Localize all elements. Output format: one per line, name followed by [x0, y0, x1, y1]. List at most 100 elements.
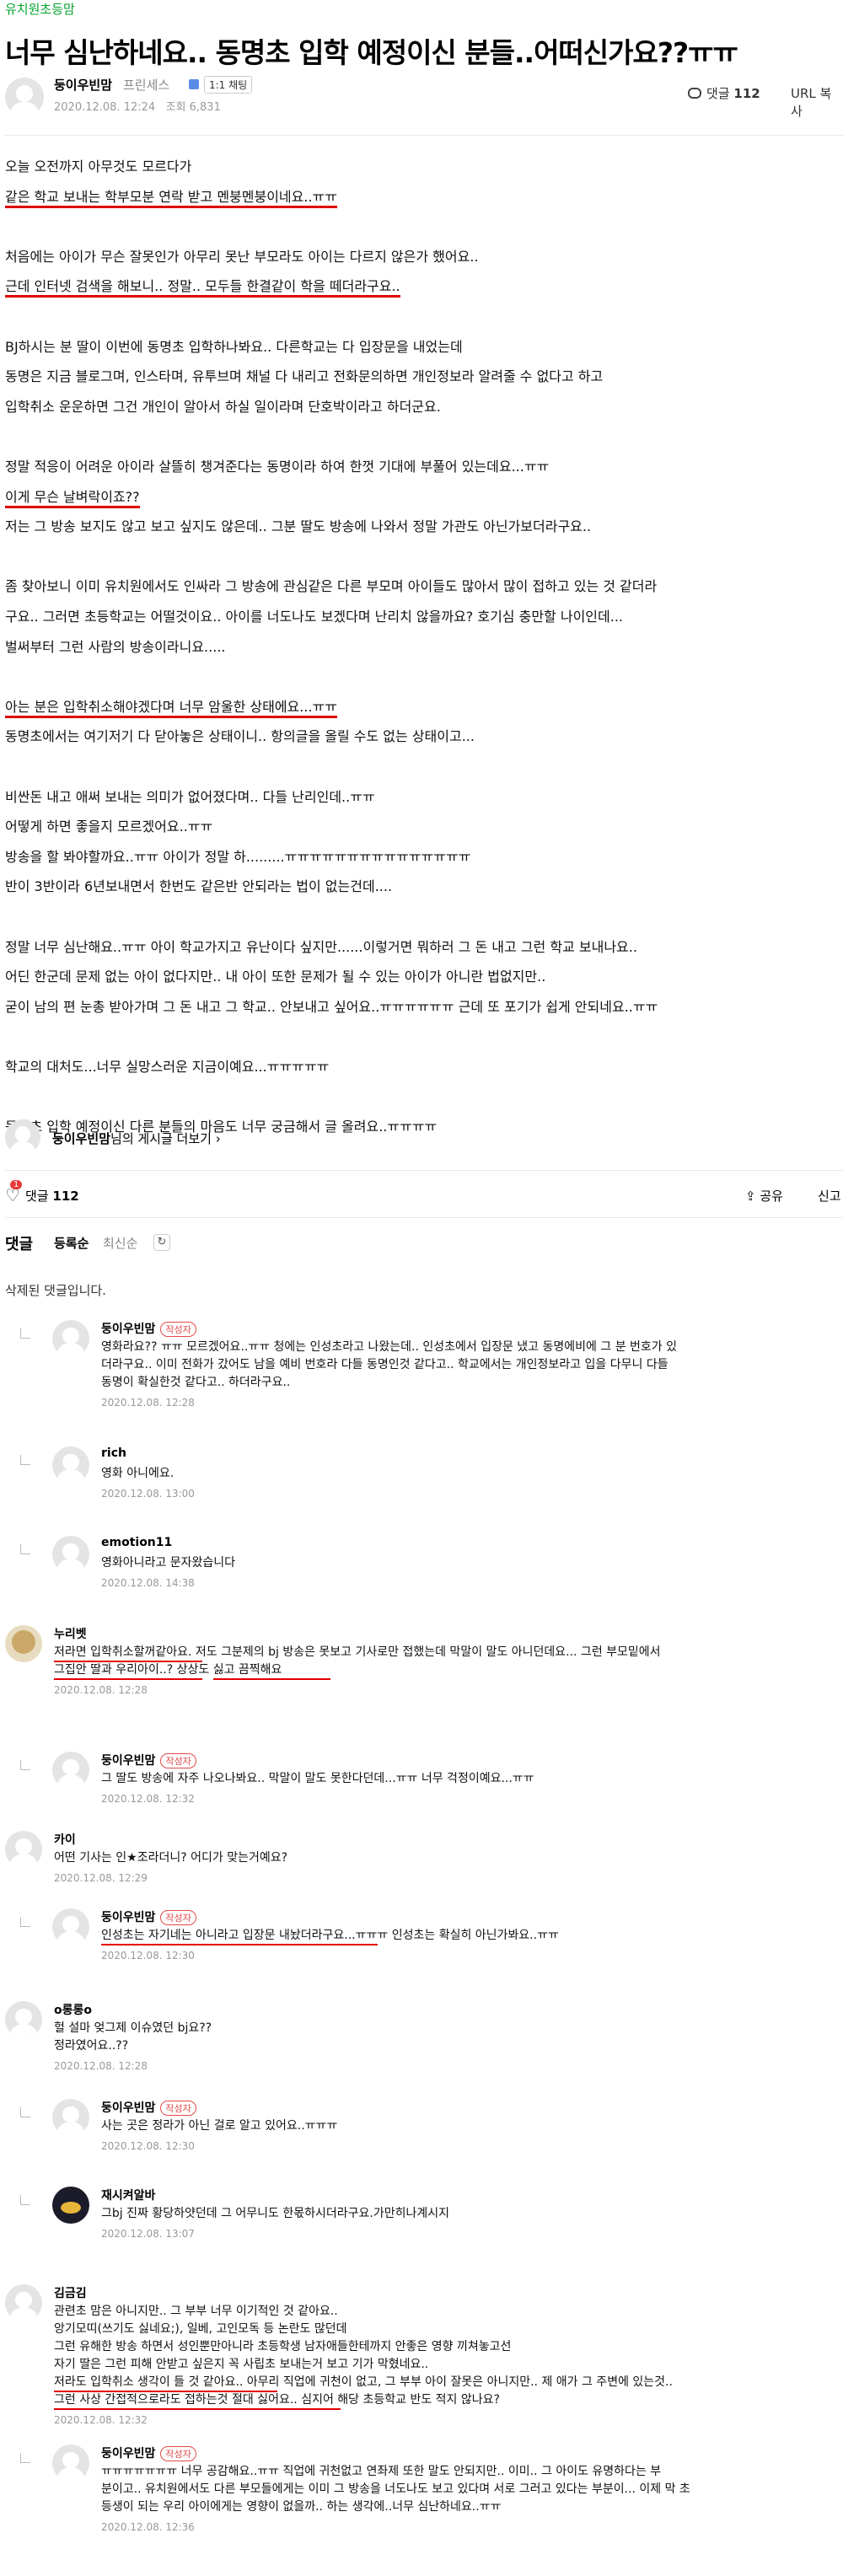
comment-date: 2020.12.08. 13:07	[101, 2228, 195, 2240]
comment-avatar[interactable]	[52, 1446, 89, 1484]
comment-author[interactable]: 김금김	[54, 2284, 87, 2301]
underlined-text: 근데 인터넷 검색을 해보니..	[5, 278, 168, 298]
avatar-image	[12, 1630, 35, 1654]
comment-text: 영화라요?? ㅠㅠ 모르겠어요..ㅠㅠ 청에는 인성초라고 나왔는데.. 인성초…	[101, 1340, 677, 1389]
comment-count-link[interactable]: 댓글 112	[688, 84, 760, 102]
chat-button[interactable]: 1:1 채팅	[204, 76, 253, 94]
body-line: 학교의 대처도...너무 실망스러운 지금이예요...ㅠㅠㅠㅠㅠ	[5, 1059, 330, 1075]
body-line: 정말 적응이 어려운 아이라 살뜰히 챙겨준다는 동명이라 하여 한껏 기대에 …	[5, 459, 550, 475]
action-bar: ♡ 1 댓글 112 ⇪ 공유 신고	[5, 1180, 843, 1214]
comment-avatar[interactable]	[52, 2445, 89, 2482]
profile-link-text: 둥이우빈맘님의 게시글 더보기 ›	[52, 1131, 221, 1146]
body-line: 동명은 지금 블로그며, 인스타며, 유투브며 채널 다 내리고 전화문의하면 …	[5, 368, 604, 385]
author-row: 둥이우빈맘 프린세스 1:1 채팅 2020.12.08. 12:24 조회 6…	[5, 74, 843, 120]
body-line: 비싼돈 내고 애써 보내는 의미가 없어졌다며.. 다들 난리인데..ㅠㅠ	[5, 788, 375, 805]
comment-date: 2020.12.08. 12:28	[54, 1684, 148, 1696]
post-views: 조회 6,831	[165, 101, 221, 114]
refresh-icon[interactable]: ↻	[153, 1234, 170, 1251]
comment-text: 인성초는 자기네는 아니라고 입장문 내놨더라구요...ㅠㅠㅠ 인성초는 확실히…	[101, 1929, 559, 1942]
post-title: 너무 심난하네요.. 동명초 입학 예정이신 분들..어떠신가요??ㅠㅠ	[5, 36, 738, 69]
comment-bubble-icon	[688, 88, 701, 99]
like-count: 1	[10, 1180, 23, 1189]
comment-avatar[interactable]	[5, 2284, 42, 2321]
comment-author[interactable]: 둥이우빈맘 작성자	[101, 1320, 196, 1337]
body-line: 방송을 할 봐야할까요..ㅠㅠ 아이가 정말 하.........ㅠㅠㅠㅠㅠㅠㅠ…	[5, 848, 471, 865]
comment-date: 2020.12.08. 12:32	[101, 1793, 195, 1805]
comment-avatar[interactable]	[5, 1831, 42, 1868]
comment-avatar[interactable]	[5, 1625, 42, 1662]
underline-mark	[54, 1661, 203, 1662]
board-link[interactable]: 유치원초등맘	[5, 0, 75, 18]
comment-author[interactable]: emotion11	[101, 1536, 172, 1549]
comment-author[interactable]: 카이	[54, 1831, 76, 1848]
comment-text: 어떤 기사는 인★조라더니? 어디가 맞는거예요?	[54, 1851, 288, 1865]
author-badge: 작성자	[160, 2446, 196, 2461]
body-line: 근데 인터넷 검색을 해보니.. 정말.. 모두들 한결같이 학을 떼더라구요.…	[5, 275, 400, 298]
reply-indicator-icon	[20, 2195, 30, 2205]
comment-author[interactable]: o롱롱o	[54, 2001, 92, 2018]
body-line: 오늘 오전까지 아무것도 모르다가	[5, 158, 192, 174]
comment-avatar[interactable]	[52, 2099, 89, 2136]
sort-latest-button[interactable]: 최신순	[103, 1234, 137, 1252]
share-button[interactable]: ⇪ 공유	[745, 1187, 783, 1205]
reply-indicator-icon	[20, 2453, 30, 2463]
level-badge-icon	[189, 79, 199, 89]
comment-avatar[interactable]	[52, 2187, 89, 2224]
deleted-comment: 삭제된 댓글입니다.	[5, 1283, 106, 1298]
comment-text: 영화아니라고 문자왔습니다	[101, 1556, 236, 1570]
comment-author[interactable]: 누리벳	[54, 1625, 87, 1642]
comment-author[interactable]: 둥이우빈맘 작성자	[101, 2099, 196, 2116]
underline-mark	[54, 2408, 341, 2410]
comment-text: 그 딸도 방송에 자주 나오나봐요.. 막말이 말도 못한다던데...ㅠㅠ 너무…	[101, 1772, 534, 1785]
comment-date: 2020.12.08. 12:28	[54, 2060, 148, 2072]
comment-author[interactable]: 재시켜알바	[101, 2187, 155, 2203]
post-meta: 2020.12.08. 12:24 조회 6,831	[54, 98, 221, 114]
post-date: 2020.12.08. 12:24	[54, 101, 156, 114]
body-line: 같은 학교 보내는 학부모분 연락 받고 멘붕멘붕이네요..ㅠㅠ	[5, 185, 337, 208]
reply-indicator-icon	[20, 1328, 30, 1339]
comment-avatar[interactable]	[52, 1536, 89, 1573]
url-copy-button[interactable]: URL 복사	[791, 84, 843, 120]
comment-author[interactable]: 둥이우빈맘 작성자	[101, 2445, 196, 2461]
body-line: 이게 무슨 날벼락이죠??	[5, 486, 140, 508]
reply-indicator-icon	[20, 1455, 30, 1465]
body-line: 벌써부터 그런 사람의 방송이라니요.....	[5, 638, 226, 655]
comment-text: 그bj 진짜 황당하얏던데 그 어무니도 한몫하시더라구요.가만히나계시지	[101, 2207, 449, 2220]
action-divider	[5, 1217, 843, 1218]
body-line: 구요.. 그러면 초등학교는 어떨것이요.. 아이를 너도나도 보겠다며 난리치…	[5, 609, 624, 625]
comment-text: 헐 설마 엊그제 이슈였던 bj요?? 정라였어요..??	[54, 2021, 212, 2053]
underline-mark	[213, 1678, 330, 1680]
report-button[interactable]: 신고	[818, 1187, 841, 1205]
underlined-text: 이게 무슨 날벼락이죠??	[5, 488, 140, 508]
comment-text: ㅠㅠㅠㅠㅠㅠㅠ 너무 공감해요..ㅠㅠ 직업에 귀천없고 연좌제 또한 말도 안…	[101, 2465, 690, 2514]
share-icon: ⇪	[745, 1189, 756, 1204]
comment-author[interactable]: rich	[101, 1446, 126, 1460]
author-avatar[interactable]	[5, 78, 44, 116]
comment-avatar[interactable]	[52, 1908, 89, 1945]
author-name[interactable]: 둥이우빈맘	[54, 76, 112, 94]
underlined-text: 아는 분은 입학취소해야겠다며 너무 암울한 상태에요...ㅠㅠ	[5, 698, 337, 718]
underlined-text: 같은 학교 보내는 학부모분 연락 받고 멘붕멘붕이네요..ㅠㅠ	[5, 188, 337, 208]
reply-indicator-icon	[20, 2107, 30, 2117]
sort-registered-button[interactable]: 등록순	[54, 1234, 89, 1252]
comment-author[interactable]: 둥이우빈맘 작성자	[101, 1752, 196, 1768]
body-line: 처음에는 아이가 무슨 잘못인가 아무리 못난 부모라도 아이는 다르지 않은가…	[5, 248, 479, 265]
comment-author[interactable]: 둥이우빈맘 작성자	[101, 1908, 196, 1925]
comment-avatar[interactable]	[5, 2001, 42, 2038]
comment-section-title: 댓글	[5, 1236, 34, 1253]
header-divider	[5, 135, 843, 136]
action-comment-link[interactable]: 댓글 112	[25, 1187, 79, 1205]
comment-date: 2020.12.08. 12:30	[101, 1950, 195, 1962]
comment-avatar[interactable]	[52, 1752, 89, 1789]
avatar-image	[61, 2202, 81, 2214]
comment-avatar[interactable]	[52, 1320, 89, 1357]
comment-date: 2020.12.08. 12:32	[54, 2414, 148, 2426]
body-line: 어떻게 하면 좋을지 모르겠어요..ㅠㅠ	[5, 818, 213, 835]
comment-date: 2020.12.08. 12:28	[101, 1397, 195, 1409]
reply-indicator-icon	[20, 1544, 30, 1554]
comment-label: 댓글	[706, 86, 730, 101]
author-badge: 작성자	[160, 1753, 196, 1768]
author-badge: 작성자	[160, 1910, 196, 1925]
body-line: 어딘 한군데 문제 없는 아이 없다지만.. 내 아이 또한 문제가 될 수 있…	[5, 969, 546, 985]
body-line: 동명초에서는 여기저기 다 닫아놓은 상태이니.. 항의글을 올릴 수도 없는 …	[5, 728, 475, 745]
